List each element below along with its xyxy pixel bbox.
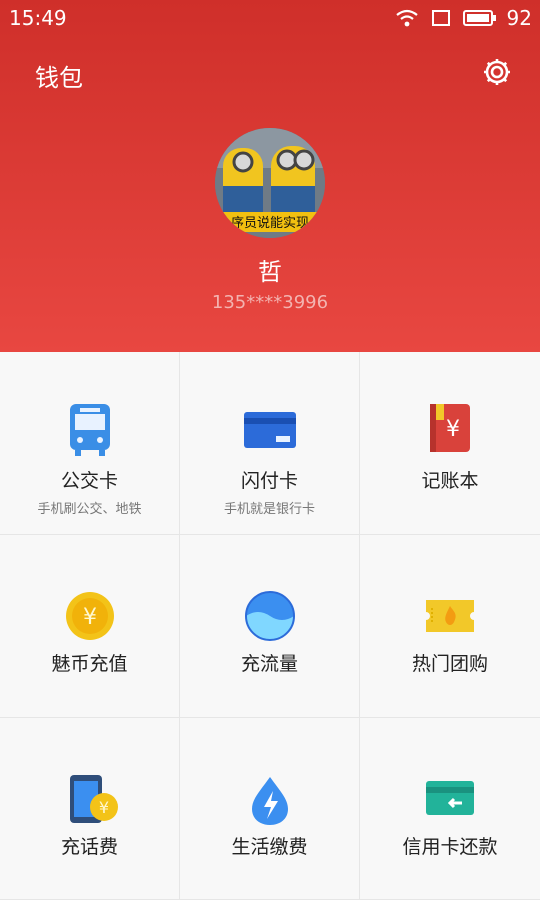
page-title: 钱包 [35, 64, 83, 92]
gear-icon[interactable] [481, 56, 513, 88]
avatar-image: 序员说能实现 [215, 128, 325, 238]
phone-bill-icon: ¥ [69, 775, 118, 823]
bus-icon [69, 404, 110, 456]
tile-sublabel: 手机刷公交、地铁 [37, 502, 142, 517]
data-icon [244, 591, 295, 641]
tile-group-buy[interactable]: 热门团购 [360, 535, 540, 718]
tile-data-topup[interactable]: 充流量 [180, 535, 360, 718]
tile-phone-bill[interactable]: ¥ 充话费 [0, 718, 180, 900]
status-time: 15:49 [9, 6, 67, 30]
tile-sublabel: 手机就是银行卡 [223, 502, 315, 517]
credit-card-icon [426, 781, 474, 815]
utility-icon [251, 777, 288, 825]
coin-yen: ¥ [83, 605, 97, 630]
tile-label: 公交卡 [60, 470, 118, 492]
battery-icon [462, 10, 496, 26]
tile-coin-topup[interactable]: ¥ 魅币充值 [0, 535, 180, 718]
tile-label: 生活缴费 [231, 836, 308, 858]
ticket-icon [426, 600, 474, 632]
ledger-icon: ¥ [430, 404, 470, 452]
tile-label: 闪付卡 [240, 470, 298, 492]
wifi-icon [395, 9, 418, 27]
tile-credit-repay[interactable]: 信用卡还款 [360, 718, 540, 900]
ledger-yen: ¥ [446, 417, 460, 442]
tile-ledger[interactable]: ¥ 记账本 [360, 352, 540, 535]
coin-icon: ¥ [65, 592, 114, 640]
user-phone: 135****3996 [211, 292, 329, 313]
phone-bill-yen: ¥ [98, 798, 108, 817]
avatar-caption: 序员说能实现 [231, 216, 309, 231]
tile-label: 记账本 [421, 470, 479, 492]
wallet-header: 15:49 92 钱包 序员说能实现 哲 135****3996 [0, 0, 540, 352]
tile-label: 魅币充值 [51, 653, 128, 675]
tile-label: 充话费 [60, 836, 118, 858]
battery-level: 92 [506, 6, 532, 30]
tile-label: 热门团购 [411, 653, 488, 675]
sim-card-icon [431, 10, 450, 26]
tile-label: 充流量 [240, 653, 298, 675]
tile-utility[interactable]: 生活缴费 [180, 718, 360, 900]
tile-bus-card[interactable]: 公交卡 手机刷公交、地铁 [0, 352, 180, 535]
user-name: 哲 [258, 258, 282, 286]
wallet-grid: 公交卡 手机刷公交、地铁 闪付卡 手机就是银行卡 ¥ 记账本 ¥ 魅币充值 充流… [0, 352, 540, 900]
tile-quickpass-card[interactable]: 闪付卡 手机就是银行卡 [180, 352, 360, 535]
tile-label: 信用卡还款 [402, 836, 498, 858]
avatar[interactable]: 序员说能实现 [215, 128, 325, 238]
card-icon [243, 412, 296, 448]
status-bar: 15:49 92 [0, 0, 540, 36]
